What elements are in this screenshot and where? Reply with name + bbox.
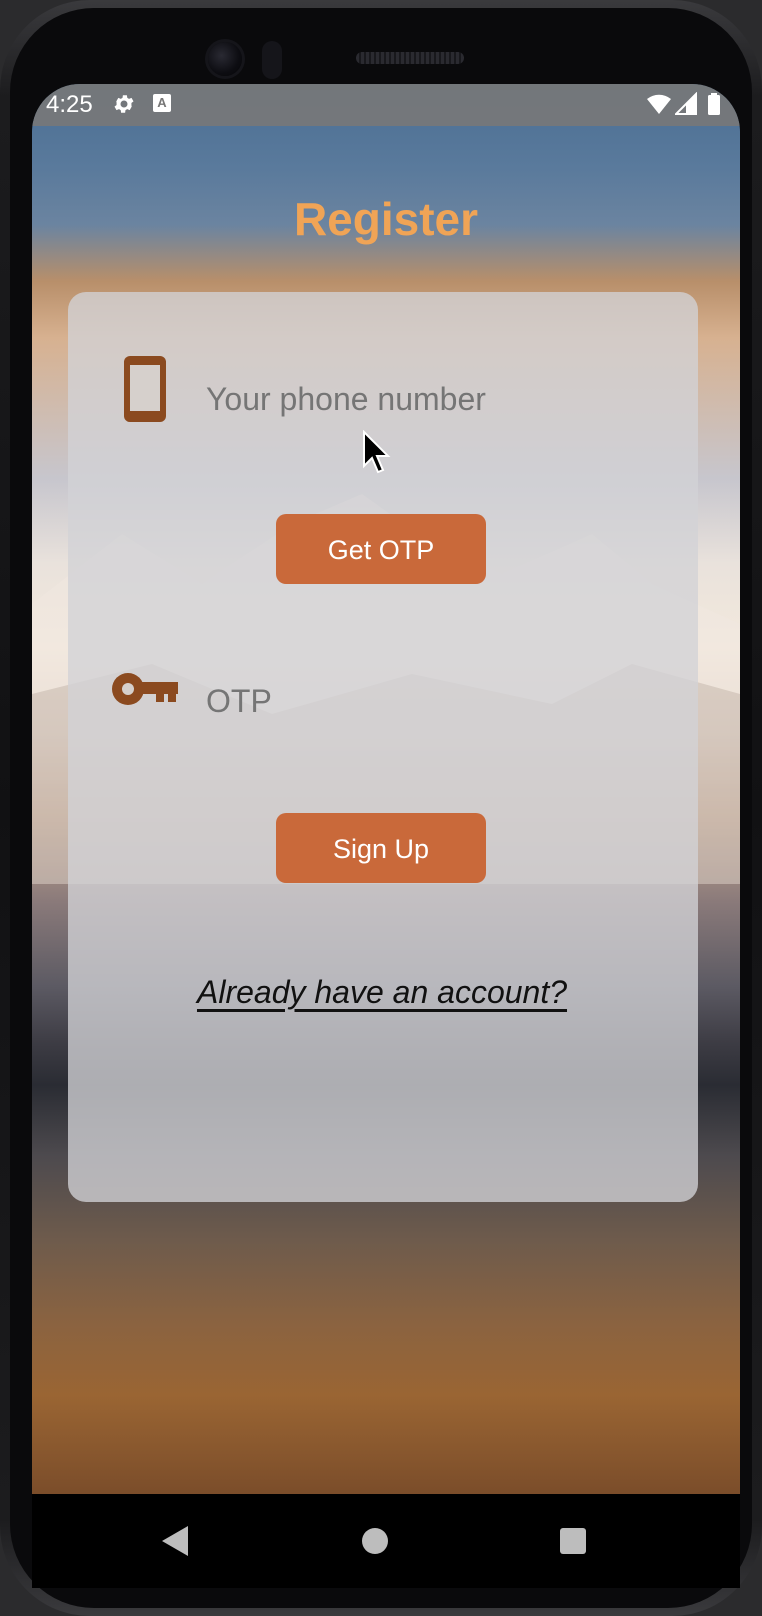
register-card — [68, 292, 698, 1202]
device-frame: 4:25 A Register Your phone number Get OT… — [0, 0, 762, 1616]
phone-icon — [124, 356, 166, 422]
front-camera — [208, 42, 242, 76]
phone-number-input[interactable] — [206, 376, 646, 422]
login-link-container: Already have an account? — [32, 974, 732, 1011]
otp-input[interactable] — [206, 678, 646, 724]
proximity-sensor — [262, 41, 282, 79]
sign-up-button[interactable]: Sign Up — [276, 813, 486, 883]
status-time: 4:25 — [46, 91, 93, 118]
mouse-cursor-icon — [363, 430, 391, 474]
a-icon: A — [153, 94, 171, 112]
signal-icon — [675, 92, 697, 115]
wifi-icon — [647, 94, 671, 114]
key-icon — [112, 673, 178, 705]
already-have-account-link[interactable]: Already have an account? — [197, 974, 567, 1010]
get-otp-button[interactable]: Get OTP — [276, 514, 486, 584]
page-title: Register — [293, 193, 479, 245]
recents-icon[interactable] — [560, 1528, 586, 1554]
app-screen: 4:25 A Register Your phone number Get OT… — [32, 84, 740, 1494]
navigation-bar — [32, 1494, 740, 1588]
battery-icon — [708, 93, 720, 115]
gear-icon — [114, 95, 134, 113]
home-icon[interactable] — [362, 1528, 388, 1554]
back-icon[interactable] — [162, 1526, 188, 1556]
earpiece-speaker — [356, 52, 464, 64]
status-bar: 4:25 A — [32, 84, 740, 126]
